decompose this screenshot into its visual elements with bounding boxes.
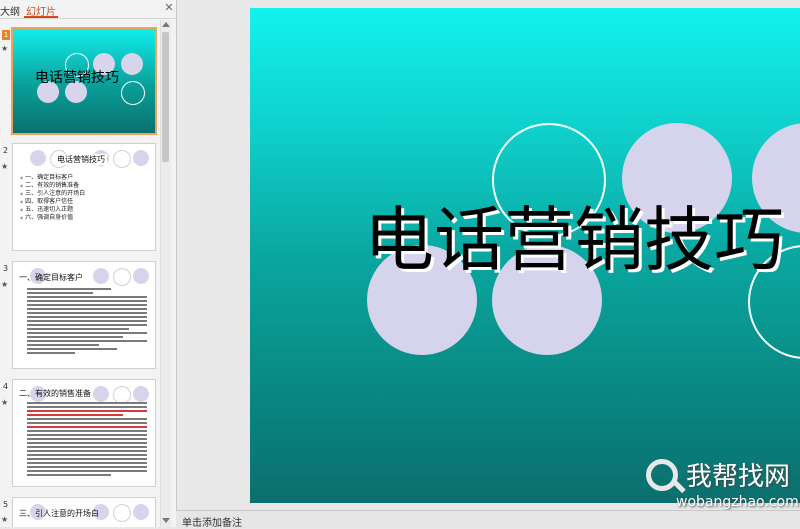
thumb-circle (113, 150, 131, 168)
thumb-circle (133, 268, 149, 284)
slide-number: 4 (3, 382, 9, 391)
thumb-title: 二、有效的销售准备 (19, 389, 91, 398)
slide-thumbnail-1[interactable]: 电话营销技巧 (11, 27, 157, 135)
thumb-title: 电话营销技巧 (55, 154, 107, 165)
slide-number: 2 (3, 146, 9, 155)
notes-pane[interactable]: 单击添加备注 (176, 510, 800, 529)
animation-star-icon: ★ (1, 280, 9, 289)
animation-star-icon: ★ (1, 515, 9, 524)
magnifier-handle (672, 479, 686, 494)
thumb-list: 一、确定目标客户 二、有效的销售准备 三、引人注意的开场白 四、取得客户信任 五… (20, 174, 85, 222)
thumb-circle (121, 53, 143, 75)
slide-thumbnail-4[interactable]: 二、有效的销售准备 (12, 379, 156, 487)
watermark-url: wobangzhao.com (676, 494, 799, 510)
thumb-circle (113, 504, 131, 522)
slide-thumbnail-5[interactable]: 三、引人注意的开场白 (12, 497, 156, 527)
thumb-circle (113, 268, 131, 286)
close-icon[interactable]: ✕ (164, 2, 174, 14)
watermark-brand: 我帮找网 (686, 462, 791, 492)
tab-slides[interactable]: 幻灯片 (24, 3, 58, 18)
thumb-circle (30, 150, 46, 166)
thumb-body-text (27, 402, 147, 478)
slide-panel: 大纲 幻灯片 ✕ 1 ★ 电话营销技巧 2 ★ 电话营销技巧 一、确定目标客户 … (0, 0, 177, 527)
slide-number-badge: 1 (2, 30, 10, 40)
animation-star-icon: ★ (1, 398, 9, 407)
list-item: 三、引人注意的开场白 (20, 190, 85, 198)
thumb-title: 一、确定目标客户 (19, 273, 83, 282)
scroll-down-arrow-icon[interactable] (162, 518, 170, 523)
animation-star-icon: ★ (1, 44, 9, 53)
list-item: 六、强调自身价值 (20, 214, 85, 222)
slide-canvas[interactable]: 电话营销技巧 (250, 8, 800, 503)
thumb-circle (93, 386, 109, 402)
slide-number: 3 (3, 264, 9, 273)
slide-number: 5 (3, 500, 9, 509)
list-item: 四、取得客户信任 (20, 198, 85, 206)
thumb-circle (133, 150, 149, 166)
thumb-circle (121, 81, 145, 105)
animation-star-icon: ★ (1, 162, 9, 171)
thumb-title: 三、引人注意的开场白 (19, 509, 99, 518)
tab-outline[interactable]: 大纲 (0, 3, 20, 18)
slide-thumbnail-3[interactable]: 一、确定目标客户 (12, 261, 156, 369)
thumb-title: 电话营销技巧 (35, 70, 119, 86)
scroll-thumb[interactable] (162, 32, 169, 162)
thumb-circle (133, 504, 149, 520)
list-item: 二、有效的销售准备 (20, 182, 85, 190)
panel-tabs: 大纲 幻灯片 (0, 0, 176, 19)
thumb-circle (93, 268, 109, 284)
list-item: 五、迅速切入正题 (20, 206, 85, 214)
magnifier-icon (646, 459, 678, 491)
thumb-circle (133, 386, 149, 402)
thumb-body-text (27, 288, 147, 356)
slide-thumbnail-2[interactable]: 电话营销技巧 一、确定目标客户 二、有效的销售准备 三、引人注意的开场白 四、取… (12, 143, 156, 251)
list-item: 一、确定目标客户 (20, 174, 85, 182)
slide-title[interactable]: 电话营销技巧 (364, 184, 784, 285)
scroll-up-arrow-icon[interactable] (162, 22, 170, 27)
panel-scrollbar[interactable] (160, 20, 171, 527)
